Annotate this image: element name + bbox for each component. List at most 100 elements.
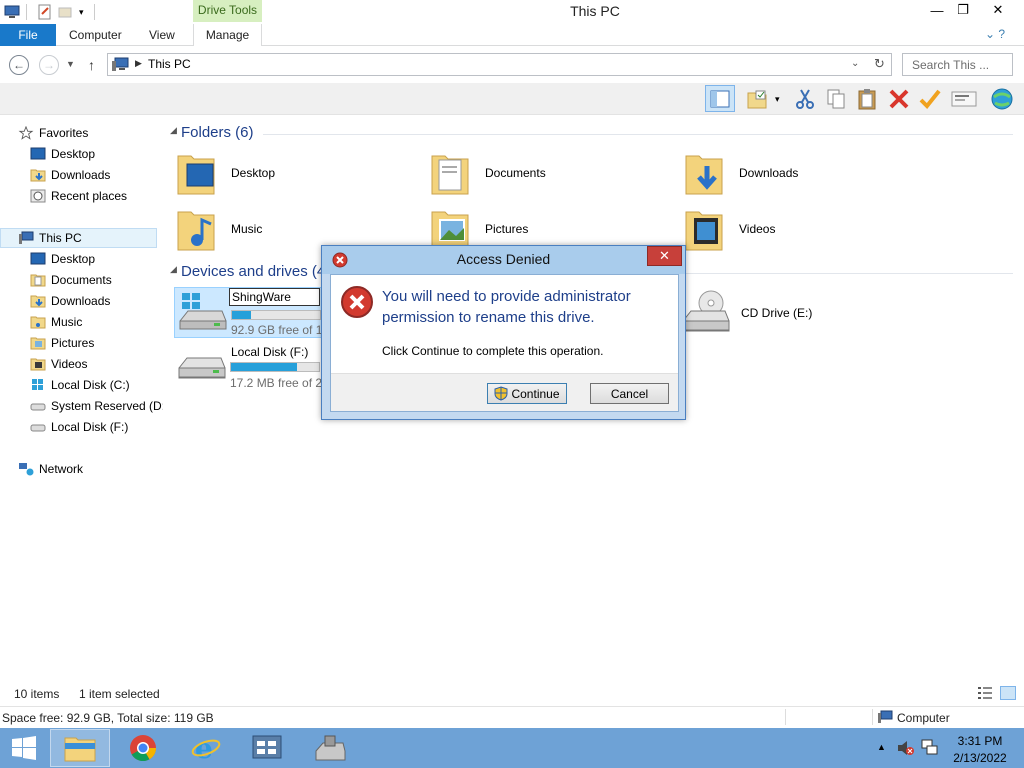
sidebar-item-recent-places[interactable]: Recent places [0, 186, 160, 206]
sidebar-item-music[interactable]: Music [0, 312, 160, 332]
sidebar-item-label: Pictures [51, 336, 95, 350]
volume-muted-icon[interactable] [897, 740, 915, 756]
music-folder-icon [177, 211, 215, 251]
sidebar-item-desktop[interactable]: Desktop [0, 249, 160, 269]
network-icon [19, 463, 34, 476]
breadcrumb[interactable]: This PC [148, 57, 191, 71]
sidebar-item-label: Downloads [51, 168, 111, 182]
svg-text:e: e [195, 733, 213, 763]
dialog-close-button[interactable]: ✕ [647, 246, 682, 266]
folder-tile-videos[interactable]: Videos [683, 204, 923, 254]
folder-tile-downloads[interactable]: Downloads [683, 148, 923, 198]
tile-label: Downloads [739, 166, 799, 180]
collapse-devices-icon[interactable]: ◢ [170, 264, 177, 275]
drive-tile-f[interactable]: Local Disk (F:) 17.2 MB free of 2 [174, 342, 324, 393]
network-status-icon[interactable] [921, 739, 939, 757]
details-view-icon[interactable] [978, 687, 992, 699]
properties-icon[interactable] [37, 4, 53, 20]
taskbar-internet-explorer[interactable]: e [176, 729, 236, 767]
preview-pane-icon[interactable] [705, 85, 735, 112]
paste-icon[interactable] [855, 87, 879, 111]
internet-explorer-icon: e [191, 733, 221, 763]
cd-drive-icon [682, 290, 730, 332]
tab-view[interactable]: View [149, 24, 175, 46]
search-input[interactable]: Search This ... [902, 53, 1013, 76]
breadcrumb-chevron-icon[interactable]: ▶ [135, 58, 142, 69]
clock-date[interactable]: 2/13/2022 [945, 751, 1015, 765]
ribbon-expand-help-icon[interactable]: ⌄ ? [985, 27, 1005, 41]
dialog-title-bar: Access Denied ✕ [322, 246, 685, 274]
sidebar-item-pictures[interactable]: Pictures [0, 333, 160, 353]
continue-button[interactable]: Continue [487, 383, 567, 404]
status-divider [785, 709, 786, 725]
taskbar-server-manager[interactable] [237, 729, 297, 767]
sidebar-item-videos[interactable]: Videos [0, 354, 160, 374]
close-button[interactable]: ✕ [974, 0, 1022, 20]
show-hidden-icons-icon[interactable]: ▲ [877, 742, 886, 752]
folder-tile-desktop[interactable]: Desktop [175, 148, 415, 198]
sidebar-item-system-reserved-d[interactable]: System Reserved (D: [0, 396, 165, 416]
start-button[interactable] [0, 729, 48, 767]
sidebar-item-fav-desktop[interactable]: Desktop [0, 144, 160, 164]
tiles-view-icon[interactable] [1000, 686, 1016, 700]
sidebar-item-this-pc[interactable]: This PC [0, 228, 157, 248]
folder-tile-documents[interactable]: Documents [429, 148, 669, 198]
up-button[interactable]: ↑ [88, 57, 95, 73]
music-folder-icon [30, 316, 46, 329]
tab-file[interactable]: File [0, 24, 56, 46]
sidebar-item-favorites[interactable]: Favorites [0, 123, 160, 143]
sidebar-item-network[interactable]: Network [0, 459, 160, 479]
sidebar-item-documents[interactable]: Documents [0, 270, 160, 290]
videos-folder-icon [685, 211, 723, 251]
taskbar-chrome[interactable] [113, 729, 173, 767]
delete-icon[interactable] [887, 87, 911, 111]
downloads-folder-icon [30, 169, 46, 182]
back-button[interactable]: ← [9, 55, 29, 75]
drive-tile-c-selected[interactable]: ShingWare 92.9 GB free of 11 [174, 287, 324, 338]
copy-icon[interactable] [824, 87, 848, 111]
selection-count: 1 item selected [79, 687, 160, 701]
drive-tile-cd-e[interactable]: CD Drive (E:) [681, 287, 881, 339]
properties-icon[interactable] [950, 87, 978, 111]
windows-drive-icon [179, 293, 227, 330]
address-row: ← → ▼ ↑ ▶ This PC ⌄ ↻ Search This ... [0, 47, 1024, 83]
folders-group-header[interactable]: Folders (6) [181, 124, 254, 141]
tab-computer[interactable]: Computer [69, 24, 122, 46]
cancel-button[interactable]: Cancel [590, 383, 669, 404]
sidebar-item-fav-downloads[interactable]: Downloads [0, 165, 160, 185]
network-globe-icon[interactable] [990, 87, 1014, 111]
sidebar-item-local-disk-f[interactable]: Local Disk (F:) [0, 417, 160, 437]
sidebar-item-downloads[interactable]: Downloads [0, 291, 160, 311]
sidebar-item-label: Downloads [51, 294, 111, 308]
qat-customize-icon[interactable]: ▾ [79, 7, 84, 18]
rename-input[interactable]: ShingWare [229, 288, 320, 306]
taskbar-file-explorer[interactable] [50, 729, 110, 767]
cut-icon[interactable] [793, 87, 817, 111]
file-explorer-icon [64, 737, 96, 762]
address-dropdown-icon[interactable]: ⌄ [851, 58, 859, 69]
sidebar-item-label: This PC [39, 231, 82, 245]
tab-manage[interactable]: Manage [193, 24, 262, 46]
collapse-folders-icon[interactable]: ◢ [170, 125, 177, 136]
forward-button[interactable]: → [39, 55, 59, 75]
sidebar-item-label: Network [39, 462, 84, 476]
select-dropdown-icon[interactable]: ▾ [775, 94, 780, 105]
devices-group-header[interactable]: Devices and drives (4 [181, 263, 325, 280]
recent-locations-icon[interactable]: ▼ [66, 59, 75, 69]
clock-time[interactable]: 3:31 PM [945, 734, 1015, 748]
continue-label: Continue [511, 386, 560, 401]
new-folder-icon[interactable] [57, 4, 73, 20]
taskbar-installer[interactable] [300, 729, 360, 767]
details-status-bar: Space free: 92.9 GB, Total size: 119 GB … [0, 706, 1024, 728]
uac-shield-icon [494, 386, 508, 401]
select-items-icon[interactable] [745, 87, 769, 111]
computer-icon[interactable] [4, 4, 20, 20]
chrome-icon [130, 735, 157, 762]
drive-label: CD Drive (E:) [741, 306, 813, 320]
address-bar[interactable]: ▶ This PC ⌄ ↻ [107, 53, 892, 76]
sidebar-item-local-disk-c[interactable]: Local Disk (C:) [0, 375, 160, 395]
tile-label: Music [231, 222, 263, 236]
desktop-icon [30, 147, 46, 160]
rename-check-icon[interactable] [918, 87, 942, 111]
refresh-icon[interactable]: ↻ [874, 56, 885, 72]
